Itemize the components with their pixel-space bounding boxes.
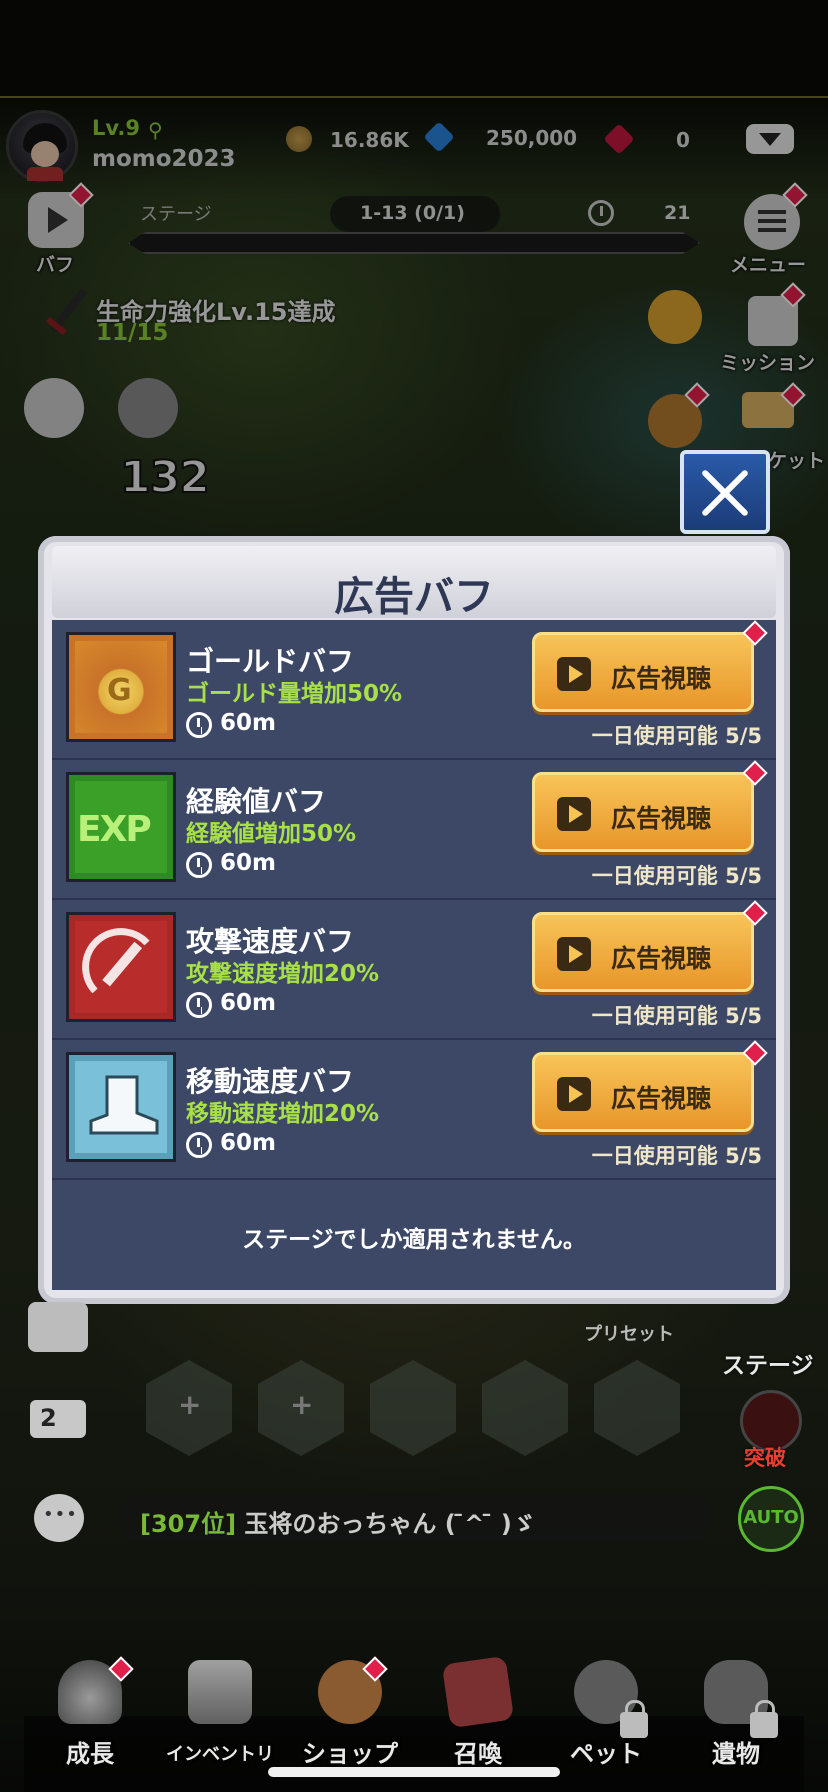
- clock-icon: [186, 1132, 212, 1158]
- stage-button-label[interactable]: ステージ: [722, 1346, 814, 1380]
- breakthrough-label: 突破: [744, 1446, 786, 1470]
- buff-description: 攻撃速度増加20%: [186, 961, 380, 987]
- watch-ad-label: 広告視聴: [611, 804, 712, 833]
- watch-ad-label: 広告視聴: [611, 1084, 712, 1113]
- chat-icon[interactable]: [34, 1494, 84, 1542]
- treasure-chest-icon: [188, 1660, 252, 1724]
- plus-icon: +: [178, 1388, 202, 1421]
- play-icon: [557, 797, 591, 831]
- clock-icon: [186, 992, 212, 1018]
- attack-speed-icon: [66, 912, 176, 1022]
- clock-icon: [186, 852, 212, 878]
- close-modal-button[interactable]: [680, 450, 770, 534]
- chat-message: [307位] 玉将のおっちゃん ( ̄^ ̄ )ゞ: [140, 1504, 536, 1539]
- chat-rank: [307位]: [140, 1510, 237, 1538]
- ad-buff-modal: 広告バフ G ゴールドバフ ゴールド量増加50% 60m 広告視聴 一日使用可能…: [38, 536, 790, 1304]
- daily-limit: 一日使用可能 5/5: [591, 864, 762, 888]
- stage-only-notice: ステージでしか適用されません。: [242, 1227, 586, 1253]
- daily-limit: 一日使用可能 5/5: [591, 1004, 762, 1028]
- buff-description: 移動速度増加20%: [186, 1101, 380, 1127]
- nav-summon-label: 召喚: [454, 1740, 502, 1768]
- home-indicator[interactable]: [268, 1767, 560, 1777]
- watch-ad-button-exp[interactable]: 広告視聴: [532, 772, 754, 852]
- clock-icon: [186, 712, 212, 738]
- nav-growth-label: 成長: [66, 1740, 114, 1768]
- watch-ad-button-attack-speed[interactable]: 広告視聴: [532, 912, 754, 992]
- nav-pet[interactable]: ペット: [546, 1660, 666, 1770]
- gold-coin-icon: G: [66, 632, 176, 742]
- nav-shop[interactable]: ショップ: [290, 1656, 410, 1770]
- nav-shop-label: ショップ: [302, 1740, 398, 1768]
- buff-duration: 60m: [220, 1130, 276, 1156]
- nav-inventory-label: インベントリ: [166, 1744, 274, 1765]
- buff-duration: 60m: [220, 850, 276, 876]
- buff-description: 経験値増加50%: [186, 821, 357, 847]
- auto-label: AUTO: [743, 1507, 799, 1528]
- buff-row-gold: G ゴールドバフ ゴールド量増加50% 60m 広告視聴 一日使用可能 5/5: [52, 620, 776, 760]
- buff-row-attack-speed: 攻撃速度バフ 攻撃速度増加20% 60m 広告視聴 一日使用可能 5/5: [52, 900, 776, 1040]
- exp-icon: EXP: [66, 772, 176, 882]
- nav-inventory[interactable]: インベントリ: [160, 1660, 280, 1770]
- play-icon: [557, 657, 591, 691]
- nav-growth[interactable]: 成長: [30, 1656, 150, 1770]
- daily-limit: 一日使用可能 5/5: [591, 724, 762, 748]
- nav-relic-label: 遺物: [712, 1740, 760, 1768]
- daily-limit: 一日使用可能 5/5: [591, 1144, 762, 1168]
- play-icon: [557, 1077, 591, 1111]
- play-icon: [557, 937, 591, 971]
- buff-row-move-speed: 移動速度バフ 移動速度増加20% 60m 広告視聴 一日使用可能 5/5: [52, 1040, 776, 1180]
- buff-row-exp: EXP 経験値バフ 経験値増加50% 60m 広告視聴 一日使用可能 5/5: [52, 760, 776, 900]
- nav-summon[interactable]: 召喚: [418, 1655, 538, 1770]
- buff-duration: 60m: [220, 990, 276, 1016]
- watch-ad-button-gold[interactable]: 広告視聴: [532, 632, 754, 712]
- modal-title: 広告バフ: [334, 574, 494, 620]
- plus-icon: +: [290, 1388, 314, 1421]
- modal-header: 広告バフ: [52, 546, 776, 620]
- boot-icon: [66, 1052, 176, 1162]
- modal-body: G ゴールドバフ ゴールド量増加50% 60m 広告視聴 一日使用可能 5/5 …: [52, 620, 776, 1290]
- watch-ad-label: 広告視聴: [611, 664, 712, 693]
- cards-icon: [441, 1655, 515, 1729]
- preset-label[interactable]: プリセット: [584, 1320, 674, 1346]
- watch-ad-label: 広告視聴: [611, 944, 712, 973]
- nav-relic[interactable]: 遺物: [676, 1660, 796, 1770]
- nav-pet-label: ペット: [570, 1740, 642, 1768]
- buff-duration: 60m: [220, 710, 276, 736]
- speed-2x-icon[interactable]: [30, 1400, 86, 1438]
- buff-description: ゴールド量増加50%: [186, 681, 403, 707]
- chat-text: 玉将のおっちゃん ( ̄^ ̄ )ゞ: [236, 1510, 536, 1538]
- chest-icon[interactable]: [28, 1302, 88, 1352]
- watch-ad-button-move-speed[interactable]: 広告視聴: [532, 1052, 754, 1132]
